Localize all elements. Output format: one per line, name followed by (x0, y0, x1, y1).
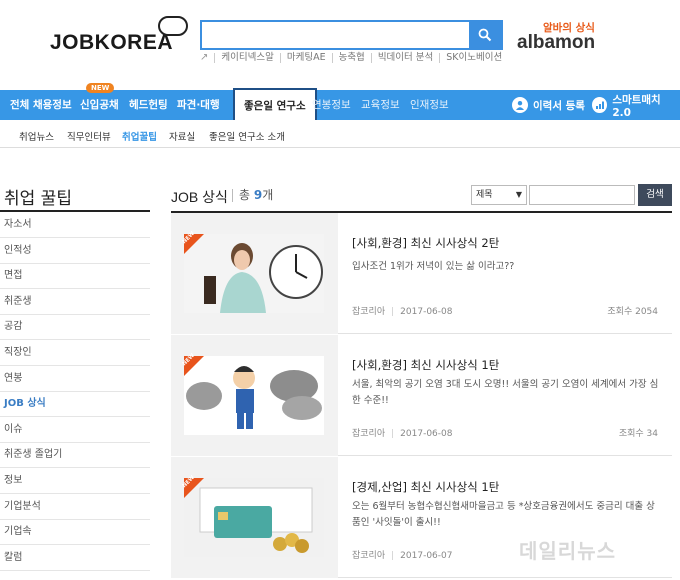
sidebar-item[interactable]: 자소서 (0, 212, 150, 238)
nav-good-job-lab[interactable]: 좋은일 연구소 (233, 88, 317, 120)
thumbnail-frame: NEW (171, 335, 338, 456)
article-desc: 서울, 최악의 공기 오염 3대 도시 오명!! 서울의 공기 오염이 세계에서… (352, 379, 659, 406)
article-date: 2017-06-08 (400, 307, 453, 317)
article-meta: 잡코리아 | 2017-06-08 (352, 426, 452, 439)
article-desc: 입사조건 1위가 저녁이 있는 삶 이라고?? (352, 261, 515, 272)
sub-nav: 취업뉴스 직무인터뷰 취업꿀팁 자료실 좋은일 연구소 소개 (0, 120, 680, 148)
subnav-job-tips[interactable]: 취업꿀팁 (122, 129, 157, 143)
logo-ring-mark (158, 16, 188, 36)
nav-salary-info[interactable]: 연봉정보 (312, 90, 351, 120)
search-input[interactable] (202, 22, 469, 48)
nav-education-info[interactable]: 교육정보 (361, 90, 400, 120)
resume-register-label: 이력서 등록 (533, 99, 585, 112)
sidebar-title: 취업 꿀팁 (4, 189, 72, 209)
nav-dispatch[interactable]: 파견·대행 (177, 90, 220, 120)
article-date: 2017-06-07 (400, 551, 453, 561)
subnav-job-news[interactable]: 취업뉴스 (19, 129, 54, 143)
page-title: JOB 상식 (171, 189, 228, 205)
article-date: 2017-06-08 (400, 429, 453, 439)
keyword-link[interactable]: 케이티넥스알 (214, 52, 279, 63)
sidebar-item[interactable]: 연봉 (0, 366, 150, 392)
resume-register-button[interactable]: 이력서 등록 (512, 90, 585, 120)
albamon-logo-text: albamon (517, 32, 596, 53)
search-icon (478, 28, 492, 42)
person-icon (512, 97, 528, 113)
sidebar-item[interactable]: 공감 (0, 314, 150, 341)
sidebar-item[interactable]: 기업속 (0, 519, 150, 546)
sidebar-item[interactable]: 칼럼 (0, 545, 150, 571)
smart-match-button[interactable]: 스마트매치 2.0 (592, 90, 680, 120)
keyword-link[interactable]: 빅데이터 분석 (370, 52, 439, 63)
article-title[interactable]: [사회,환경] 최신 시사상식 1탄 (352, 357, 499, 373)
albamon-logo[interactable]: albamon (517, 32, 595, 54)
keyword-link[interactable]: SK이노베이션 (439, 52, 508, 63)
keyword-link[interactable]: 농축협 (331, 52, 371, 63)
sidebar-item[interactable]: 취준생 졸업기 (0, 442, 150, 469)
sidebar-item[interactable]: 기업분석 (0, 494, 150, 520)
sidebar-item[interactable]: 인적성 (0, 238, 150, 264)
count-suffix: 개 (262, 188, 274, 202)
meta-separator: | (391, 551, 395, 561)
header: JOBKOREA ↗ 케이티넥스알 마케팅AE 농축협 빅데이터 분석 SK이노… (0, 0, 680, 90)
search-type-value: 제목 (476, 190, 493, 200)
nav-all-jobs[interactable]: 전체 채용정보 (10, 90, 72, 120)
nav-talent-info[interactable]: 인재정보 (410, 90, 449, 120)
thumbnail-woman-clock (184, 234, 324, 313)
search-box (200, 20, 503, 50)
count-prefix: 총 (239, 188, 251, 202)
article-meta: 잡코리아 | 2017-06-07 (352, 548, 452, 561)
sidebar-item[interactable]: 직장인 (0, 340, 150, 366)
article-source: 잡코리아 (352, 307, 386, 317)
chevron-down-icon: ▼ (515, 190, 522, 199)
thumbnail-frame: NEW (171, 457, 338, 578)
article-title[interactable]: [사회,환경] 최신 시사상식 2탄 (352, 235, 499, 251)
article-views: 조회수 2054 (607, 307, 658, 317)
nav-new-recruit[interactable]: 신입공채 (80, 90, 119, 120)
meta-separator: | (391, 429, 395, 439)
article-desc: 오는 6월부터 농협수협신협새마을금고 등 *상호금융권에서도 중금리 대출 상… (352, 501, 655, 528)
popular-keywords: ↗ 케이티넥스알 마케팅AE 농축협 빅데이터 분석 SK이노베이션 (200, 52, 508, 63)
subnav-archive[interactable]: 자료실 (169, 129, 195, 143)
article-title[interactable]: [경제,산업] 최신 시사상식 1탄 (352, 479, 499, 495)
meta-separator: | (391, 307, 395, 317)
thumbnail-frame: NEW (171, 213, 338, 334)
article-item[interactable]: NEW [사회,환경] 최신 시사상식 1탄 서울, 최악의 공기 오염 3대 … (171, 335, 672, 456)
search-type-select[interactable]: 제목 ▼ (471, 185, 527, 205)
article-count: 총 9개 (232, 189, 273, 202)
article-source: 잡코리아 (352, 551, 386, 561)
sidebar-item[interactable]: 정보 (0, 468, 150, 494)
nav-headhunting[interactable]: 헤드헌팅 (129, 90, 168, 120)
article-source: 잡코리아 (352, 429, 386, 439)
article-search-input[interactable] (529, 185, 635, 205)
sidebar-item[interactable]: 면접 (0, 263, 150, 290)
sidebar-item[interactable]: 이슈 (0, 417, 150, 443)
search-button[interactable] (469, 22, 501, 48)
sidebar-item[interactable]: 취준생 (0, 289, 150, 315)
article-meta: 잡코리아 | 2017-06-08 (352, 304, 452, 317)
main-nav: 전체 채용정보 신입공채 NEW 헤드헌팅 파견·대행 좋은일 연구소 연봉정보… (0, 83, 680, 120)
chart-icon (592, 97, 608, 113)
keyword-arrow-icon: ↗ (200, 52, 209, 63)
article-views: 조회수 34 (618, 429, 658, 439)
count-value: 9 (253, 188, 263, 202)
smart-match-label: 스마트매치 2.0 (612, 93, 661, 119)
thumbnail-bank-card (184, 478, 324, 557)
thumbnail-smog-man (184, 356, 324, 435)
sidebar-item[interactable]: JOB 상식 (0, 391, 150, 418)
article-search-button[interactable]: 검색 (638, 184, 672, 206)
subnav-lab-intro[interactable]: 좋은일 연구소 소개 (209, 129, 285, 143)
jobkorea-logo[interactable]: JOBKOREA (50, 31, 173, 55)
article-item[interactable]: NEW [사회,환경] 최신 시사상식 2탄 입사조건 1위가 저녁이 있는 삶… (171, 213, 672, 334)
subnav-job-interview[interactable]: 직무인터뷰 (67, 129, 111, 143)
watermark-logo: 데일리뉴스 (519, 539, 616, 563)
keyword-link[interactable]: 마케팅AE (279, 52, 332, 63)
new-badge: NEW (86, 83, 115, 93)
